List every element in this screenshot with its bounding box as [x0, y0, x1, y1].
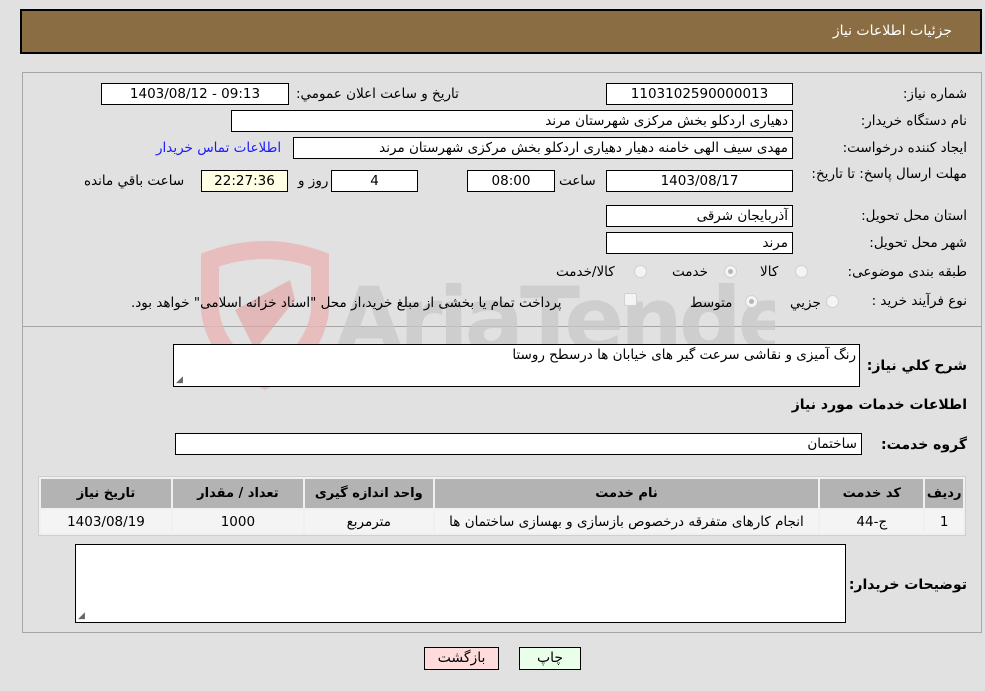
remaining-time-field: 22:27:36: [201, 170, 288, 192]
cell-unit: مترمربع: [304, 510, 433, 533]
province-field[interactable]: آذربایجان شرقی: [606, 205, 793, 227]
purchase-option-minor: جزیي: [790, 295, 821, 311]
back-button[interactable]: بازگشت: [424, 647, 499, 670]
resize-grip-icon[interactable]: ◢: [78, 612, 85, 621]
purchase-option-medium: متوسط: [690, 295, 733, 311]
treasury-checkbox[interactable]: [624, 293, 637, 306]
category-option-goods-service: کالا/خدمت: [556, 264, 615, 280]
cell-need-date: 1403/08/19: [41, 510, 171, 533]
category-radio-goods[interactable]: [795, 265, 808, 278]
table-row: 1 ج-44 انجام کارهای متفرقه درخصوص بازساز…: [41, 510, 963, 533]
deadline-time-label: ساعت: [559, 173, 596, 189]
page-header: جزئیات اطلاعات نیاز: [20, 9, 982, 54]
deadline-date-field[interactable]: 1403/08/17: [606, 170, 793, 192]
days-label: روز و: [298, 173, 329, 189]
service-group-field[interactable]: ساختمان: [175, 433, 862, 455]
category-option-goods: کالا: [760, 264, 779, 280]
col-service-code: کد خدمت: [820, 479, 924, 508]
purchase-type-label: نوع فرآیند خرید :: [871, 293, 967, 309]
services-table: ردیف کد خدمت نام خدمت واحد اندازه گیری ت…: [38, 476, 966, 536]
col-service-name: نام خدمت: [434, 479, 819, 508]
cell-quantity: 1000: [172, 510, 303, 533]
category-option-service: خدمت: [672, 264, 708, 280]
deadline-label: مهلت ارسال پاسخ: تا تاریخ:: [811, 166, 967, 182]
category-radio-service[interactable]: [724, 265, 737, 278]
deadline-time-field[interactable]: 08:00: [467, 170, 555, 192]
category-label: طبقه بندی موضوعی:: [847, 264, 967, 280]
cell-service-name: انجام کارهای متفرقه درخصوص بازسازی و بهس…: [434, 510, 819, 533]
remaining-days-field[interactable]: 4: [331, 170, 418, 192]
buyer-contact-link[interactable]: اطلاعات تماس خریدار: [156, 140, 281, 156]
requester-field[interactable]: مهدی سیف الهی خامنه دهیار دهیاری اردکلو …: [293, 137, 793, 159]
services-section-title: اطلاعات خدمات مورد نیاز: [791, 397, 967, 413]
page-title: جزئیات اطلاعات نیاز: [832, 23, 952, 39]
announce-datetime-field[interactable]: 1403/08/12 - 09:13: [101, 83, 289, 105]
col-unit: واحد اندازه گیری: [304, 479, 433, 508]
remaining-time-label: ساعت باقي مانده: [84, 173, 185, 189]
requester-label: ایجاد کننده درخواست:: [842, 140, 967, 156]
city-label: شهر محل تحویل:: [869, 235, 967, 251]
province-label: استان محل تحویل:: [861, 208, 967, 224]
description-textarea[interactable]: رنگ آمیزی و نقاشی سرعت گیر های خیابان ها…: [173, 344, 860, 387]
buyer-notes-textarea[interactable]: ◢: [75, 544, 846, 623]
description-text: رنگ آمیزی و نقاشی سرعت گیر های خیابان ها…: [512, 347, 856, 363]
announce-datetime-label: تاریخ و ساعت اعلان عمومي:: [296, 86, 459, 102]
col-row-number: ردیف: [925, 479, 963, 508]
treasury-note: پرداخت تمام یا بخشی از مبلغ خرید،از محل …: [131, 295, 562, 311]
resize-grip-icon[interactable]: ◢: [176, 376, 183, 385]
cell-service-code: ج-44: [820, 510, 924, 533]
col-need-date: تاریخ نیاز: [41, 479, 171, 508]
cell-row-number: 1: [925, 510, 963, 533]
print-button[interactable]: چاپ: [519, 647, 581, 670]
purchase-radio-medium[interactable]: [745, 295, 758, 308]
buyer-org-label: نام دستگاه خریدار:: [860, 113, 967, 129]
city-field[interactable]: مرند: [606, 232, 793, 254]
col-quantity: تعداد / مقدار: [172, 479, 303, 508]
description-label: شرح کلي نیاز:: [866, 358, 967, 374]
service-group-label: گروه خدمت:: [881, 437, 967, 453]
category-radio-goods-service[interactable]: [634, 265, 647, 278]
table-header-row: ردیف کد خدمت نام خدمت واحد اندازه گیری ت…: [41, 479, 963, 508]
purchase-radio-minor[interactable]: [826, 295, 839, 308]
buyer-org-field[interactable]: دهیاری اردکلو بخش مرکزی شهرستان مرند: [231, 110, 793, 132]
need-number-field[interactable]: 1103102590000013: [606, 83, 793, 105]
buyer-notes-label: توضیحات خریدار:: [848, 577, 967, 593]
need-number-label: شماره نیاز:: [902, 86, 967, 102]
